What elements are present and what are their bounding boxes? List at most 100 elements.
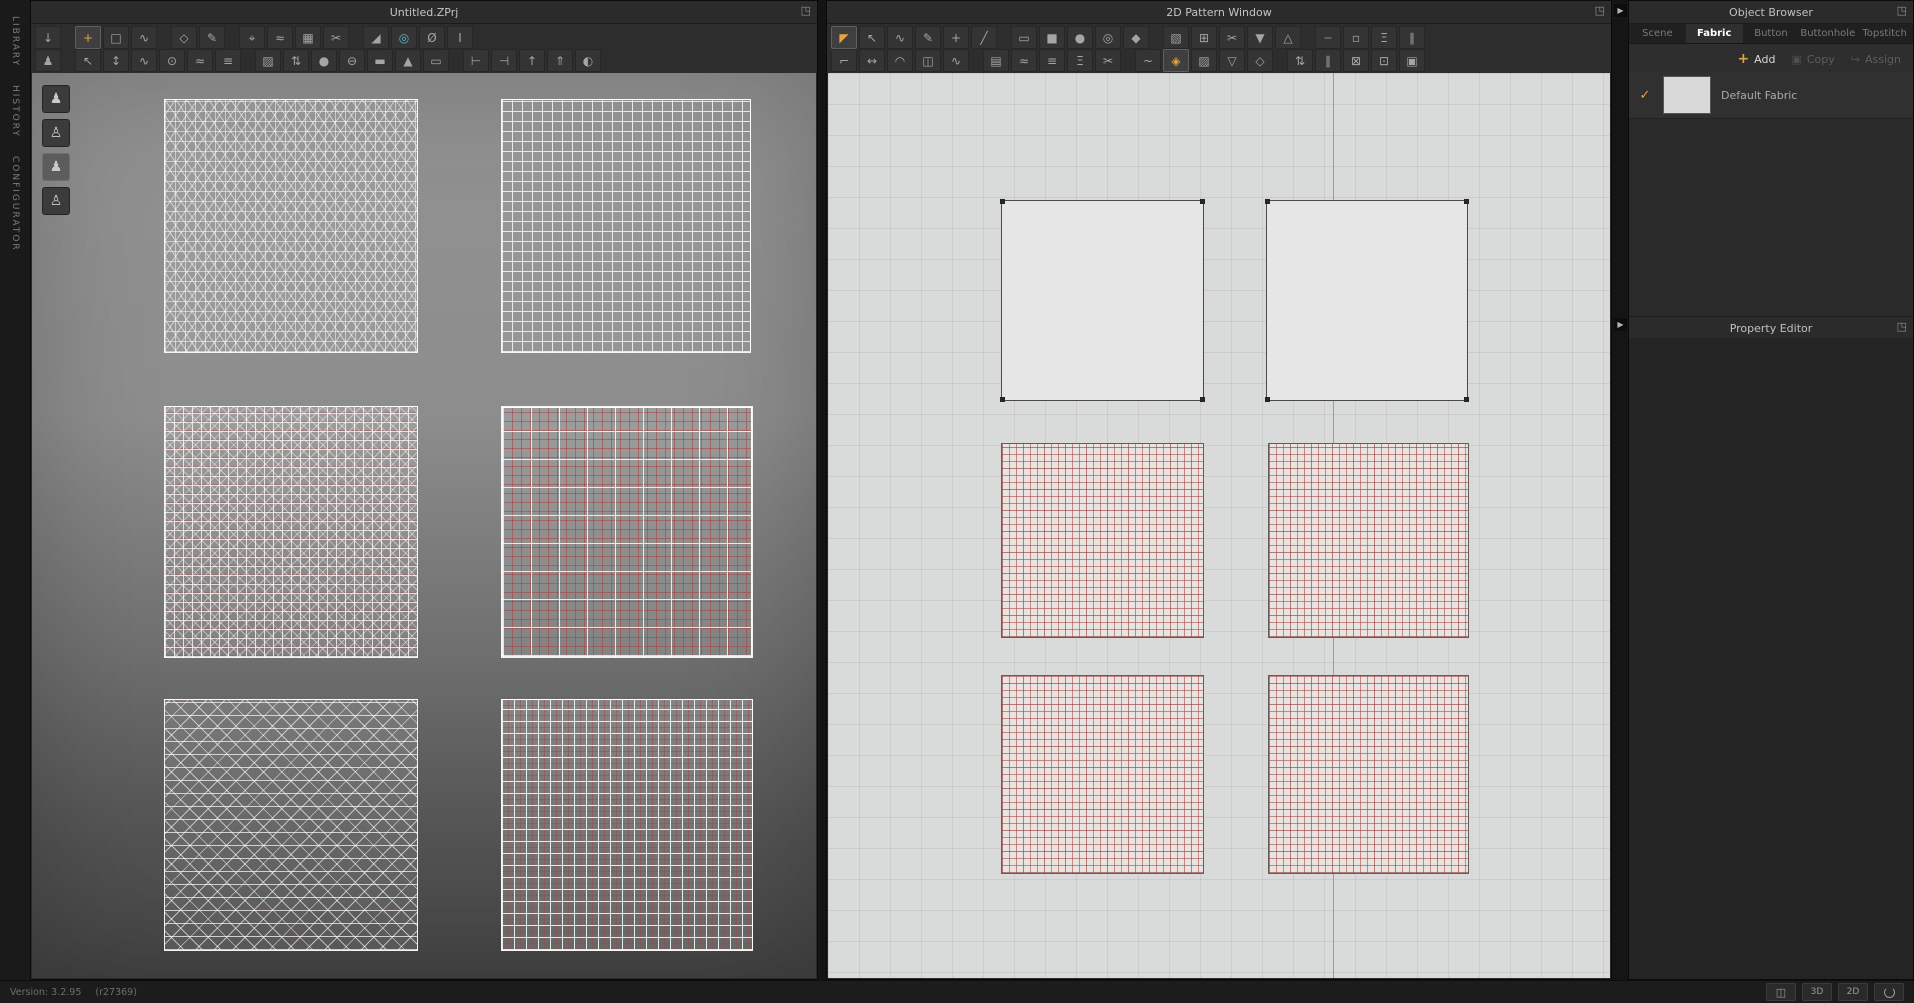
walk-2d-tool-button[interactable]: ∿: [943, 49, 969, 72]
avatar-pose-toggle-button[interactable]: ♙: [42, 119, 70, 147]
sew-3d-tool-button[interactable]: ≈: [267, 26, 293, 49]
smooth-drag-tool-button[interactable]: ∿: [131, 49, 157, 72]
flatten-arrange-tool-button[interactable]: ▭: [423, 49, 449, 72]
topstitch-tab[interactable]: Topstitch: [1856, 24, 1913, 43]
steam-brush-tool-button[interactable]: ◎: [391, 26, 417, 49]
shirring-2d-tool-button[interactable]: ▨: [1191, 49, 1217, 72]
fabric-item-default[interactable]: ✓ Default Fabric: [1629, 72, 1913, 119]
edit-curve-point-tool-button[interactable]: ✎: [915, 26, 941, 49]
pin-drag-tool-button[interactable]: ↕: [103, 49, 129, 72]
grading-tool-button[interactable]: △: [1275, 26, 1301, 49]
popout-icon[interactable]: ◳: [801, 4, 811, 17]
garment-mesh-quad[interactable]: [501, 99, 751, 353]
collapse-property-editor-icon[interactable]: ▶: [1614, 318, 1627, 331]
lasso-select-tool-button[interactable]: ∿: [131, 26, 157, 49]
garment-mesh-red-grid[interactable]: [501, 406, 753, 658]
zipper-tool-button[interactable]: ⇅: [283, 49, 309, 72]
garment-mesh-fine-grid[interactable]: [501, 699, 753, 951]
pen-2d-tool-button[interactable]: ╱: [971, 26, 997, 49]
pattern-piece-plain-right[interactable]: [1265, 199, 1469, 402]
buttonhole-place-tool-button[interactable]: ⊖: [339, 49, 365, 72]
grade-2d-tool-button[interactable]: ⊠: [1343, 49, 1369, 72]
elastic-band-tool-button[interactable]: ~: [1135, 49, 1161, 72]
refresh-button[interactable]: [1874, 983, 1904, 1001]
symmetry-paste-tool-button[interactable]: ◈: [1163, 49, 1189, 72]
split-view-button[interactable]: ◫: [1766, 983, 1796, 1001]
avatar-display-toggle-button[interactable]: ♟: [42, 85, 70, 113]
history-rail-tab[interactable]: HISTORY: [10, 85, 20, 138]
2d-view-button[interactable]: 2D: [1838, 983, 1868, 1001]
zipper-2d-tool-button[interactable]: ⇅: [1287, 49, 1313, 72]
pin-tool-button[interactable]: ⌖: [239, 26, 265, 49]
circle-pattern-tool-button[interactable]: ●: [1067, 26, 1093, 49]
flip-2d-tool-button[interactable]: ◫: [915, 49, 941, 72]
unfold-tool-button[interactable]: ⌐: [831, 49, 857, 72]
sew-free-2d-tool-button[interactable]: ≈: [1011, 49, 1037, 72]
pattern-point[interactable]: [1200, 199, 1205, 204]
arrange-up-tool-button[interactable]: ↑: [519, 49, 545, 72]
sew-mn-2d-tool-button[interactable]: Ξ: [1067, 49, 1093, 72]
popout-icon[interactable]: ◳: [1897, 320, 1907, 333]
layer-clone-tool-button[interactable]: ▤: [983, 49, 1009, 72]
pattern-piece-grid-bottom-right[interactable]: [1268, 675, 1469, 874]
select-plane-tool-button[interactable]: ↖: [75, 49, 101, 72]
pattern-point[interactable]: [1464, 397, 1469, 402]
cut-sew-tool-button[interactable]: ✂: [1219, 26, 1245, 49]
sew-segment-tool-button[interactable]: ≡: [215, 49, 241, 72]
select-move-tool-button[interactable]: +: [75, 26, 101, 49]
add-point-tool-button[interactable]: +: [943, 26, 969, 49]
3d-viewport[interactable]: ♟ ♙ ♟ ♙: [32, 73, 816, 978]
pattern-piece-grid-bottom-left[interactable]: [1001, 675, 1204, 874]
polygon-pattern-tool-button[interactable]: ▭: [1011, 26, 1037, 49]
pattern-point[interactable]: [1000, 397, 1005, 402]
align-right-tool-button[interactable]: ⊣: [491, 49, 517, 72]
edit-curvature-tool-button[interactable]: ∿: [887, 26, 913, 49]
tape-3d-tool-button[interactable]: I: [447, 26, 473, 49]
rotate-2d-tool-button[interactable]: ◠: [887, 49, 913, 72]
texture-2d-tool-button[interactable]: ⊡: [1371, 49, 1397, 72]
fold-arrange-tool-button[interactable]: ◢: [363, 26, 389, 49]
button-tab[interactable]: Button: [1743, 24, 1800, 43]
garment-mesh-diagonal[interactable]: [164, 699, 418, 951]
internal-line-tool-button[interactable]: ┄: [1315, 26, 1341, 49]
pen-3d-tool-button[interactable]: ✎: [199, 26, 225, 49]
pattern-point[interactable]: [1265, 397, 1270, 402]
box-select-tool-button[interactable]: □: [103, 26, 129, 49]
garment-display-toggle-button[interactable]: ♟: [42, 153, 70, 181]
avatar-size-toggle-button[interactable]: ♙: [42, 187, 70, 215]
pattern-piece-plain-left[interactable]: [1000, 199, 1205, 402]
copy-fabric-button[interactable]: ▣ Copy: [1791, 53, 1834, 66]
notch-tool-button[interactable]: ▼: [1247, 26, 1273, 49]
fabric-swatch[interactable]: [1663, 76, 1711, 114]
configurator-rail-tab[interactable]: CONFIGURATOR: [10, 156, 20, 252]
ellipse-pattern-tool-button[interactable]: ◎: [1095, 26, 1121, 49]
collapse-object-browser-icon[interactable]: ▶: [1614, 4, 1627, 17]
transform-pattern-tool-button[interactable]: ◤: [831, 26, 857, 49]
fasten-tool-button[interactable]: ▬: [367, 49, 393, 72]
fullness-tool-button[interactable]: ▽: [1219, 49, 1245, 72]
pleats-2d-tool-button[interactable]: ∥: [1399, 26, 1425, 49]
garment-mesh-stitch-pattern[interactable]: [164, 406, 418, 658]
edit-sew-2d-tool-button[interactable]: ✂: [1095, 49, 1121, 72]
edit-pattern-tool-button[interactable]: ↖: [859, 26, 885, 49]
outline-2d-tool-button[interactable]: ▣: [1399, 49, 1425, 72]
measure-3d-tool-button[interactable]: Ø: [419, 26, 445, 49]
scene-tab[interactable]: Scene: [1629, 24, 1686, 43]
button-place-tool-button[interactable]: ●: [311, 49, 337, 72]
pattern-point[interactable]: [1000, 199, 1005, 204]
avatar-show-tool-button[interactable]: ♟: [35, 49, 61, 72]
dart-tool-button[interactable]: ◆: [1123, 26, 1149, 49]
assign-fabric-button[interactable]: ↪ Assign: [1851, 53, 1901, 66]
pattern-point[interactable]: [1200, 397, 1205, 402]
stitch-lines-tool-button[interactable]: Ξ: [1371, 26, 1397, 49]
2d-pattern-canvas[interactable]: [828, 73, 1610, 978]
dart-2d-tool-button[interactable]: ◇: [1247, 49, 1273, 72]
align-left-tool-button[interactable]: ⊢: [463, 49, 489, 72]
garment-mesh-triangulated[interactable]: [164, 99, 418, 353]
gizmo-transform-tool-button[interactable]: ◇: [171, 26, 197, 49]
3d-view-button[interactable]: 3D: [1802, 983, 1832, 1001]
fabric-tab[interactable]: Fabric: [1685, 24, 1743, 43]
seam-allowance-tool-button[interactable]: ⊞: [1191, 26, 1217, 49]
add-fabric-button[interactable]: + Add: [1737, 51, 1775, 67]
pull-down-tool-button[interactable]: ↓: [35, 26, 61, 49]
